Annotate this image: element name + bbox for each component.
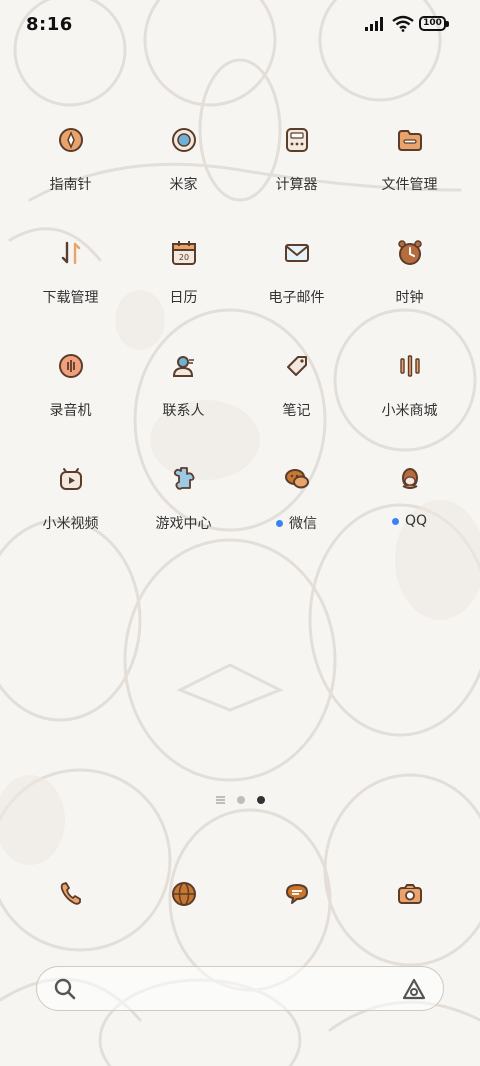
page-dot-active[interactable] (256, 796, 265, 804)
app-label: 米家 (169, 177, 198, 193)
notification-dot (276, 519, 283, 527)
mijia-icon (164, 120, 204, 160)
app-label: 指南针 (49, 177, 92, 193)
app-compass[interactable]: 指南针 (14, 118, 127, 231)
calculator-icon (277, 120, 317, 160)
app-label: 日历 (169, 290, 198, 306)
messages-icon[interactable] (277, 874, 317, 914)
clock-icon (390, 233, 430, 273)
recorder-icon (51, 346, 91, 386)
status-time: 8:16 (26, 14, 73, 35)
wifi-icon (392, 15, 414, 32)
app-grid: 指南针 米家 计算器 文件管理 下载管理 20 日历 电子邮件 时钟 录音机 联… (14, 118, 466, 570)
app-email[interactable]: 电子邮件 (240, 231, 353, 344)
app-label: 游戏中心 (155, 516, 212, 532)
calendar-icon: 20 (164, 233, 204, 273)
notification-dot (391, 517, 399, 525)
app-calendar[interactable]: 20 日历 (127, 231, 240, 344)
app-label: 小米商城 (381, 403, 438, 419)
search-icon (54, 978, 76, 1000)
wechat-icon (277, 459, 317, 499)
app-label: 微信 (289, 516, 317, 532)
feed-page-icon[interactable] (215, 796, 225, 804)
app-label: 小米视频 (42, 516, 99, 532)
video-icon (51, 459, 91, 499)
app-mi-video[interactable]: 小米视频 (14, 457, 127, 570)
app-label: 时钟 (395, 290, 424, 306)
app-label: 录音机 (49, 403, 92, 419)
mall-icon (390, 346, 430, 386)
app-contacts[interactable]: 联系人 (127, 344, 240, 457)
dock (14, 874, 466, 914)
app-qq[interactable]: QQ (353, 457, 466, 570)
app-notes[interactable]: 笔记 (240, 344, 353, 457)
page-dot[interactable] (236, 796, 245, 804)
compass-icon (51, 120, 91, 160)
app-clock[interactable]: 时钟 (353, 231, 466, 344)
assistant-icon[interactable] (401, 977, 427, 1001)
mail-icon (277, 233, 317, 273)
app-label: 联系人 (162, 403, 205, 419)
browser-icon[interactable] (164, 874, 204, 914)
app-label: 下载管理 (42, 290, 99, 306)
battery-level: 100 (423, 18, 442, 28)
phone-icon[interactable] (51, 874, 91, 914)
app-recorder[interactable]: 录音机 (14, 344, 127, 457)
calendar-day: 20 (178, 253, 188, 262)
camera-icon[interactable] (390, 874, 430, 914)
app-mi-mall[interactable]: 小米商城 (353, 344, 466, 457)
app-game-center[interactable]: 游戏中心 (127, 457, 240, 570)
app-file-manager[interactable]: 文件管理 (353, 118, 466, 231)
status-bar: 8:16 100 (0, 0, 480, 50)
app-wechat[interactable]: 微信 (240, 457, 353, 570)
app-calculator[interactable]: 计算器 (240, 118, 353, 231)
signal-icon (365, 17, 383, 31)
app-label: QQ (404, 513, 428, 529)
game-center-icon (164, 459, 204, 499)
contacts-icon (164, 346, 204, 386)
folder-icon (390, 120, 430, 160)
battery-icon: 100 (419, 16, 449, 31)
app-label: 文件管理 (381, 177, 438, 193)
page-indicator[interactable] (0, 796, 480, 804)
search-bar[interactable] (36, 966, 444, 1011)
app-label: 计算器 (275, 177, 318, 193)
app-label: 电子邮件 (268, 290, 325, 306)
app-download-manager[interactable]: 下载管理 (14, 231, 127, 344)
notes-icon (277, 346, 317, 386)
app-mijia[interactable]: 米家 (127, 118, 240, 231)
app-label: 笔记 (282, 403, 311, 419)
qq-icon (390, 459, 430, 499)
download-icon (51, 233, 91, 273)
